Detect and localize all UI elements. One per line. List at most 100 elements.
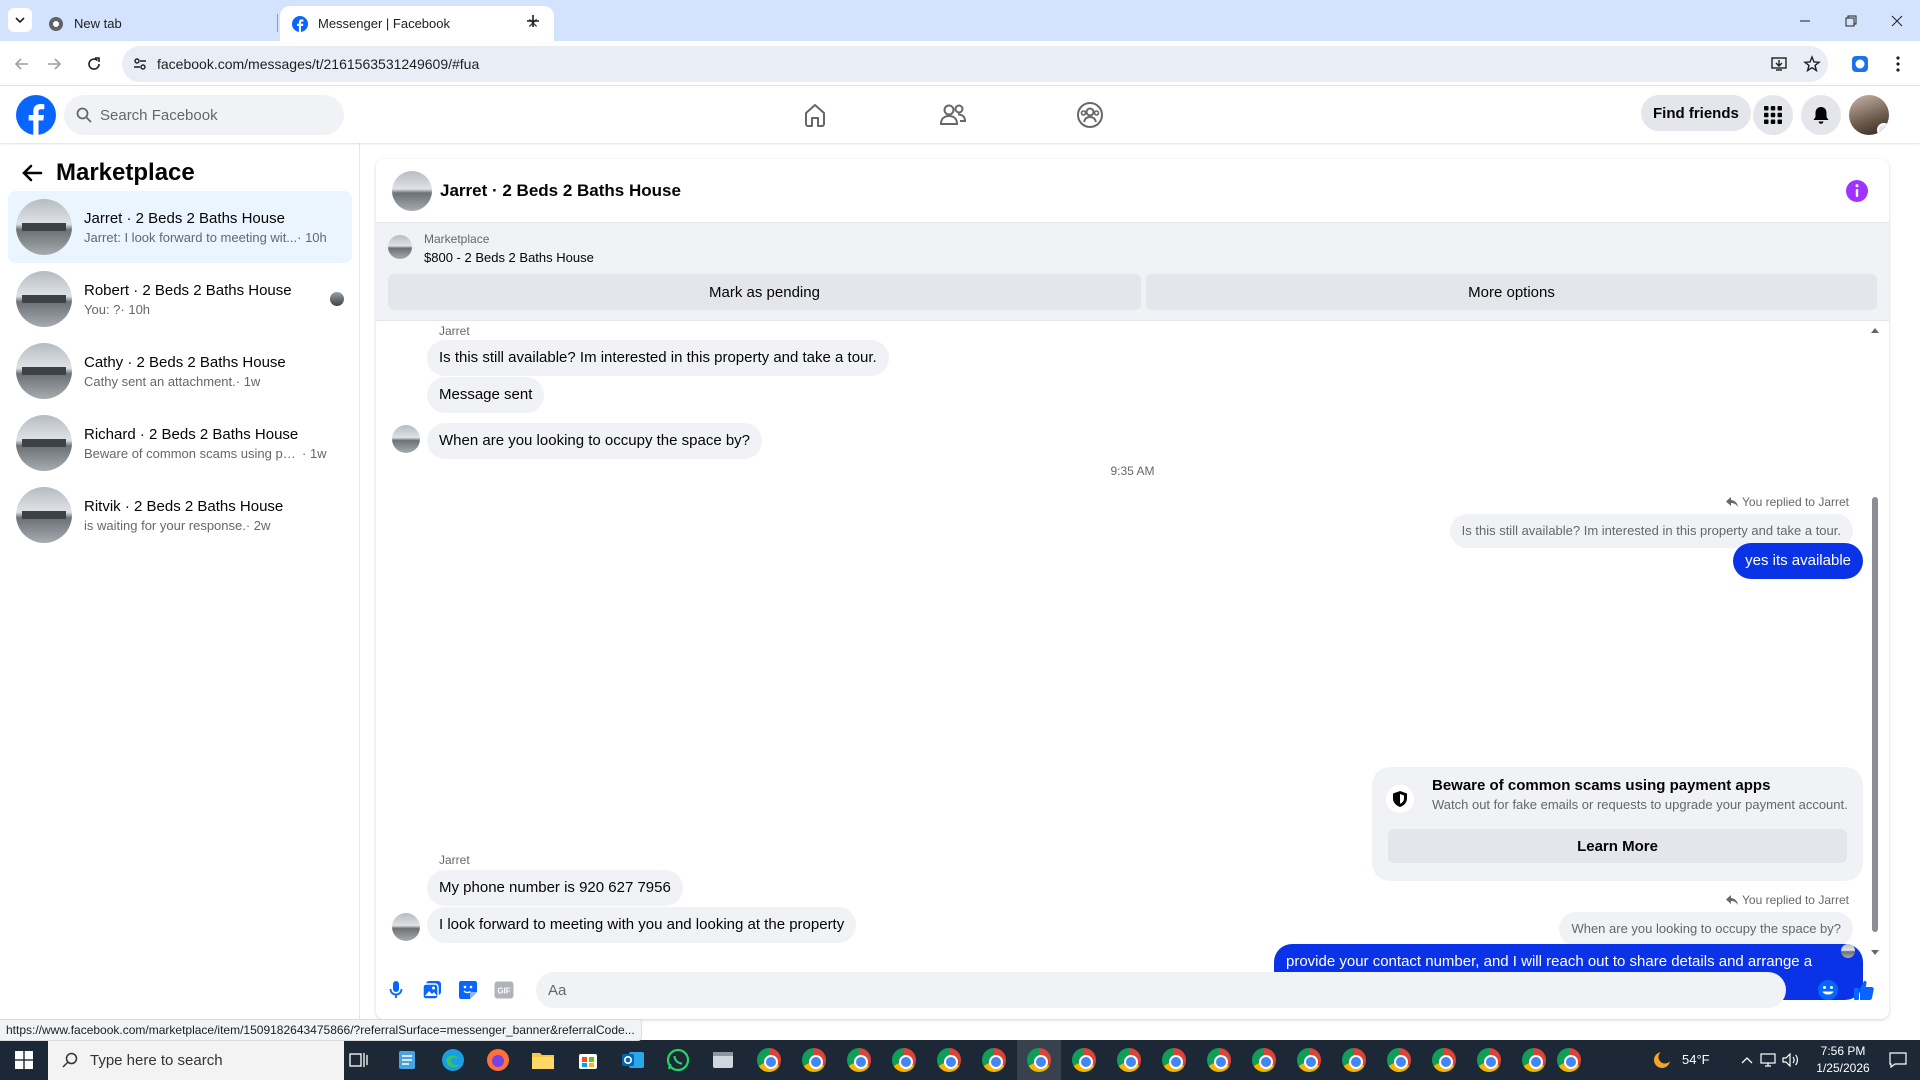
taskbar-app-firefox[interactable] [484,1046,512,1074]
taskbar-chrome-17[interactable] [1475,1046,1503,1074]
listing-thumbnail[interactable] [388,235,412,259]
taskbar-chrome-9[interactable] [1115,1046,1143,1074]
taskbar-search[interactable]: Type here to search [48,1040,344,1080]
taskbar-chrome-2[interactable] [800,1046,828,1074]
window-close-button[interactable] [1874,0,1920,41]
message-bubble-incoming[interactable]: My phone number is 920 627 7956 [427,870,683,906]
bookmark-button[interactable] [1798,50,1826,78]
tab-search-button[interactable] [8,8,32,32]
nav-groups[interactable] [1034,87,1146,143]
message-input[interactable] [548,981,1708,999]
like-button[interactable] [1852,978,1876,1002]
browser-menu-button[interactable] [1884,50,1912,78]
taskbar-chrome-16[interactable] [1430,1046,1458,1074]
back-button[interactable] [14,155,50,191]
scam-warning-card: Beware of common scams using payment app… [1372,767,1863,881]
menu-button[interactable] [1753,95,1793,135]
taskbar-app-file-explorer[interactable] [529,1046,557,1074]
taskbar-chrome-10[interactable] [1160,1046,1188,1074]
voice-clip-button[interactable] [384,978,408,1002]
message-bubble-outgoing[interactable]: yes its available [1733,543,1863,579]
message-scrollbar[interactable] [1871,159,1879,1019]
taskbar-chrome-8[interactable] [1070,1046,1098,1074]
taskbar-chrome-19[interactable] [1555,1046,1583,1074]
edge-icon [442,1049,464,1071]
reload-button[interactable] [80,50,108,78]
install-app-button[interactable] [1765,50,1793,78]
avatar[interactable] [392,170,432,211]
start-button[interactable] [0,1040,48,1080]
taskbar-app-notepad[interactable] [393,1046,421,1074]
listing-title[interactable]: $800 - 2 Beds 2 Baths House [424,250,594,265]
taskbar-app-edge[interactable] [439,1046,467,1074]
gif-button[interactable]: GIF [492,978,516,1002]
taskbar-chrome-14[interactable] [1340,1046,1368,1074]
avatar[interactable] [392,425,420,453]
new-tab-button[interactable] [520,8,546,34]
taskbar-clock-time[interactable]: 7:56 PM [1803,1044,1883,1058]
nav-home[interactable] [759,87,871,143]
conversation-item-robert[interactable]: Robert · 2 Beds 2 Baths House You: ? · 1… [8,263,352,335]
info-icon[interactable] [1845,179,1869,203]
forward-button[interactable] [40,50,68,78]
taskbar-app-whatsapp[interactable] [664,1046,692,1074]
taskbar-chrome-1[interactable] [755,1046,783,1074]
taskbar-chrome-6[interactable] [980,1046,1008,1074]
account-avatar[interactable] [1849,95,1889,135]
nav-friends[interactable] [897,87,1009,143]
tab-messenger[interactable]: Messenger | Facebook ✕ [280,6,554,41]
conversation-item-cathy[interactable]: Cathy · 2 Beds 2 Baths House Cathy sent … [8,335,352,407]
tab-new-tab[interactable]: New tab ✕ [36,6,310,41]
attach-media-button[interactable] [420,978,444,1002]
task-view-button[interactable] [345,1046,373,1074]
profile-extension-button[interactable] [1846,50,1874,78]
message-input-wrapper[interactable] [536,972,1786,1008]
avatar[interactable] [392,913,420,941]
message-bubble-incoming[interactable]: Is this still available? Im interested i… [427,340,889,376]
minimize-button[interactable] [1782,0,1828,41]
taskbar-chrome-11[interactable] [1205,1046,1233,1074]
taskbar-app-store[interactable] [574,1046,602,1074]
scroll-up-icon[interactable] [1871,327,1879,333]
gif-icon: GIF [494,981,514,999]
search-input[interactable] [100,106,320,124]
facebook-logo-icon[interactable] [16,95,56,135]
volume-button[interactable] [1777,1046,1805,1074]
mark-as-pending-button[interactable]: Mark as pending [388,274,1141,310]
taskbar-chrome-12[interactable] [1250,1046,1278,1074]
back-button[interactable] [8,50,36,78]
message-bubble-incoming[interactable]: Message sent [427,377,545,413]
taskbar-chrome-5[interactable] [935,1046,963,1074]
emoji-button[interactable] [1816,978,1840,1002]
restore-icon [1845,15,1857,26]
find-friends-button[interactable]: Find friends [1641,95,1751,131]
conversation-item-ritvik[interactable]: Ritvik · 2 Beds 2 Baths House is waiting… [8,479,352,551]
taskbar-app-window[interactable] [709,1046,737,1074]
conversation-item-jarret[interactable]: Jarret · 2 Beds 2 Baths House Jarret: I … [8,191,352,263]
facebook-search[interactable] [64,95,344,135]
taskbar-chrome-15[interactable] [1385,1046,1413,1074]
scroll-down-icon[interactable] [1871,950,1879,956]
learn-more-button[interactable]: Learn More [1388,829,1847,863]
quoted-message[interactable]: When are you looking to occupy the space… [1559,912,1853,946]
weather-widget[interactable] [1648,1046,1676,1074]
restore-button[interactable] [1828,0,1874,41]
taskbar-chrome-3[interactable] [845,1046,873,1074]
taskbar-chrome-4[interactable] [890,1046,918,1074]
taskbar-app-outlook[interactable] [619,1046,647,1074]
taskbar-chrome-7-active[interactable] [1025,1046,1053,1074]
taskbar-chrome-13[interactable] [1295,1046,1323,1074]
conversation-item-richard[interactable]: Richard · 2 Beds 2 Baths House Beware of… [8,407,352,479]
notifications-button[interactable] [1801,95,1841,135]
message-bubble-incoming[interactable]: I look forward to meeting with you and l… [427,907,857,943]
chat-title[interactable]: Jarret · 2 Beds 2 Baths House [440,181,681,201]
more-options-button[interactable]: More options [1146,274,1877,310]
message-bubble-incoming[interactable]: When are you looking to occupy the space… [427,423,763,459]
site-info-icon[interactable] [125,49,155,79]
address-bar[interactable]: facebook.com/messages/t/2161563531249609… [122,46,1828,82]
sticker-button[interactable] [456,978,480,1002]
notification-center-button[interactable] [1884,1046,1912,1074]
taskbar-clock-date[interactable]: 1/25/2026 [1803,1061,1883,1075]
scrollbar-thumb[interactable] [1872,497,1878,932]
taskbar-chrome-18[interactable] [1520,1046,1548,1074]
